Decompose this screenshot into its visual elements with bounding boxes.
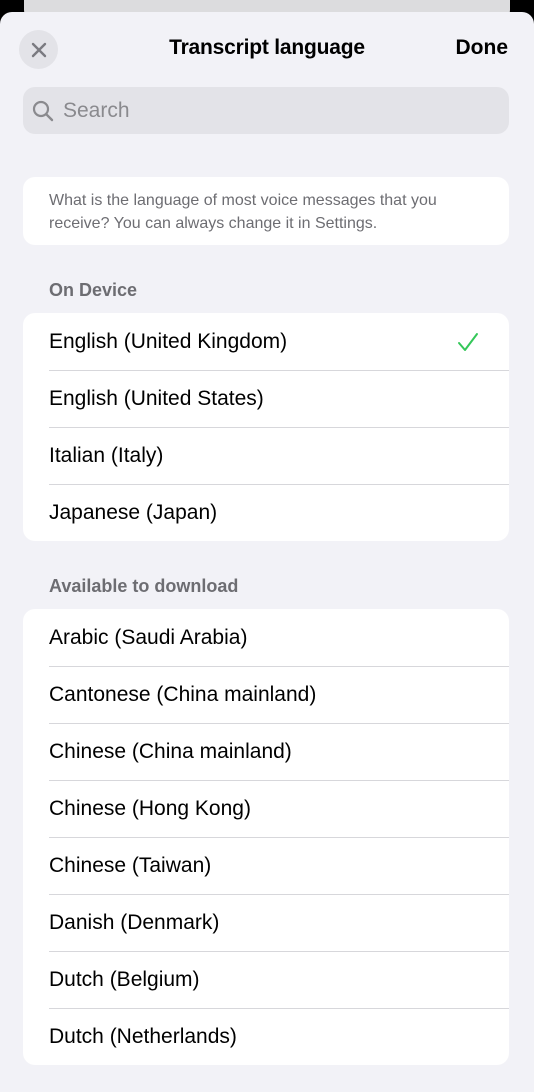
list-item[interactable]: English (United Kingdom)	[23, 313, 509, 370]
list-item[interactable]: Italian (Italy)	[23, 427, 509, 484]
section-header-available: Available to download	[49, 576, 239, 596]
list-item[interactable]: Japanese (Japan)	[23, 484, 509, 541]
list-item-label: Chinese (Hong Kong)	[49, 796, 251, 820]
list-item-label: English (United Kingdom)	[49, 329, 288, 353]
language-picker-sheet: Transcript language Done What is the lan…	[0, 12, 534, 1092]
list-item[interactable]: Dutch (Netherlands)	[23, 1008, 509, 1065]
list-item[interactable]: Danish (Denmark)	[23, 894, 509, 951]
list-item-label: Danish (Denmark)	[49, 910, 220, 934]
list-item-label: Chinese (China mainland)	[49, 739, 292, 763]
list-item-label: Cantonese (China mainland)	[49, 682, 317, 706]
list-item-label: Chinese (Taiwan)	[49, 853, 212, 877]
list-item[interactable]: English (United States)	[23, 370, 509, 427]
list-item-label: English (United States)	[49, 386, 264, 410]
done-button[interactable]: Done	[456, 36, 509, 60]
section-header-on-device: On Device	[49, 280, 138, 300]
search-icon	[32, 100, 54, 122]
list-item-label: Italian (Italy)	[49, 443, 164, 467]
list-item[interactable]: Chinese (Hong Kong)	[23, 780, 509, 837]
search-input[interactable]	[63, 98, 509, 123]
available-list: Arabic (Saudi Arabia) Cantonese (China m…	[23, 609, 509, 1065]
page-title: Transcript language	[169, 36, 365, 59]
list-item[interactable]: Chinese (China mainland)	[23, 723, 509, 780]
list-item[interactable]: Arabic (Saudi Arabia)	[23, 609, 509, 666]
list-item-label: Arabic (Saudi Arabia)	[49, 625, 248, 649]
checkmark-icon	[458, 333, 478, 351]
list-item[interactable]: Cantonese (China mainland)	[23, 666, 509, 723]
search-bar[interactable]	[23, 87, 509, 134]
list-item[interactable]: Dutch (Belgium)	[23, 951, 509, 1008]
list-item-label: Dutch (Netherlands)	[49, 1024, 237, 1048]
info-card: What is the language of most voice messa…	[23, 177, 509, 245]
info-text: What is the language of most voice messa…	[49, 192, 437, 232]
list-item-label: Dutch (Belgium)	[49, 967, 200, 991]
list-item[interactable]: Chinese (Taiwan)	[23, 837, 509, 894]
on-device-list: English (United Kingdom) English (United…	[23, 313, 509, 541]
list-item-label: Japanese (Japan)	[49, 500, 218, 524]
